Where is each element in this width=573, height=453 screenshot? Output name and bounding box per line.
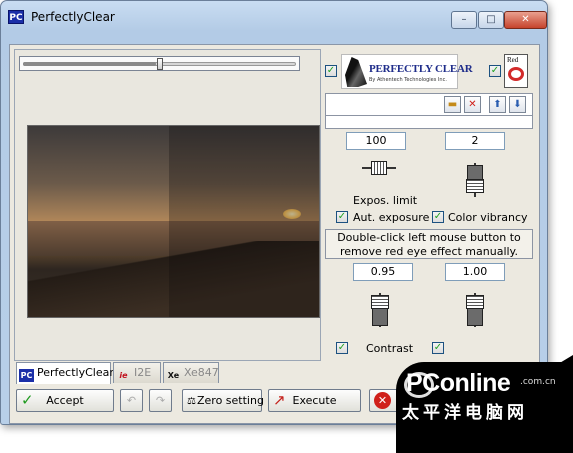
accept-label: Accept [46, 394, 84, 407]
aut-exposure-label: Aut. exposure [353, 211, 430, 224]
accept-button[interactable]: ✓ Accept [16, 389, 114, 412]
gamma-input[interactable]: 1.00 [445, 263, 505, 281]
minimize-button[interactable]: – [451, 11, 477, 29]
preview-image[interactable] [27, 125, 320, 318]
maximize-button[interactable]: □ [478, 11, 504, 29]
checkmark-icon: ✓ [21, 391, 34, 409]
tab-label: I2E [134, 366, 152, 379]
tab-xe847[interactable]: Xe Xe847 [163, 362, 219, 383]
preset-field[interactable] [325, 115, 533, 129]
delete-x-icon[interactable]: ✕ [464, 96, 481, 113]
color-vibrancy-label: Color vibrancy [448, 211, 528, 224]
color-vibrancy-checkbox[interactable]: ✓ [432, 211, 444, 223]
vibrancy-slider[interactable] [465, 163, 485, 197]
preset-toolbar: ▬ ✕ ⬆ ⬇ [325, 93, 533, 117]
redo-icon: ↷ [155, 394, 166, 407]
slider-thumb[interactable] [371, 161, 387, 175]
scale-icon: ⚖ [187, 396, 196, 407]
redeye-instructions: Double-click left mouse button to remove… [325, 229, 533, 259]
zero-setting-button[interactable]: ⚖ Zero setting [182, 389, 264, 412]
execute-arrow-icon: ↗ [273, 391, 286, 409]
pconline-watermark: PConline .com.cn 太平洋电脑网 [396, 362, 573, 453]
watermark-chinese: 太平洋电脑网 [402, 403, 528, 423]
undo-button[interactable]: ↶ [120, 389, 143, 412]
gamma-checkbox[interactable]: ✓ [432, 342, 444, 354]
slider-thumb[interactable] [157, 58, 163, 70]
gamma-slider[interactable] [465, 293, 485, 327]
slider-fill [467, 308, 483, 326]
undo-icon: ↶ [126, 394, 137, 407]
logo-figure-icon [345, 57, 367, 87]
title-bar[interactable]: PC PerfectlyClear – □ ✕ [1, 1, 547, 29]
slider-thumb[interactable] [371, 295, 389, 309]
expos-limit-label: Expos. limit [353, 194, 418, 207]
aut-exposure-checkbox[interactable]: ✓ [336, 211, 348, 223]
tab-perfectlyclear[interactable]: PC PerfectlyClear [16, 362, 114, 384]
slider-thumb[interactable] [466, 179, 484, 193]
contrast-checkbox[interactable]: ✓ [336, 342, 348, 354]
enable-checkbox[interactable]: ✓ [325, 65, 337, 77]
compare-slider[interactable] [19, 56, 300, 71]
arrow-up-icon[interactable]: ⬆ [489, 96, 506, 113]
slider-thumb[interactable] [466, 295, 484, 309]
cancel-x-icon: ✕ [374, 392, 391, 409]
exposure-input[interactable]: 100 [346, 132, 406, 150]
xe-tab-icon: Xe [167, 371, 180, 380]
ie-tab-icon: ie [119, 371, 128, 380]
contrast-label: Contrast [366, 342, 414, 355]
close-button[interactable]: ✕ [504, 11, 547, 29]
logo-text: PERFECTLY CLEAR [369, 63, 473, 75]
redo-button[interactable]: ↷ [149, 389, 172, 412]
redeye-badge-text: Red [507, 56, 519, 64]
pc-tab-icon: PC [19, 369, 34, 382]
original-half-overlay [169, 126, 319, 317]
watermark-domain: .com.cn [520, 377, 556, 387]
watermark-brand: PConline [406, 369, 511, 397]
open-folder-icon[interactable]: ▬ [444, 96, 461, 113]
contrast-slider[interactable] [370, 293, 390, 327]
tab-label: PerfectlyClear [37, 366, 114, 379]
vibrancy-input[interactable]: 2 [445, 132, 505, 150]
slider-fill [372, 308, 388, 326]
tab-i2e[interactable]: ie I2E [113, 362, 161, 383]
app-icon: PC [8, 10, 24, 24]
tab-strip: PC PerfectlyClear ie I2E Xe Xe847 [16, 362, 306, 384]
logo-subtitle: By Athentech Technologies Inc. [369, 77, 447, 83]
exposure-limit-slider[interactable] [362, 161, 396, 175]
execute-button[interactable]: ↗ Execute [268, 389, 361, 412]
slider-fill [23, 62, 156, 66]
execute-label: Execute [292, 394, 337, 407]
redeye-badge: Red [504, 54, 528, 88]
preview-panel [14, 49, 321, 361]
red-eye-icon [508, 67, 524, 81]
redeye-checkbox[interactable]: ✓ [489, 65, 501, 77]
perfectly-clear-logo: PERFECTLY CLEAR By Athentech Technologie… [341, 54, 473, 89]
contrast-input[interactable]: 0.95 [353, 263, 413, 281]
arrow-down-icon[interactable]: ⬇ [509, 96, 526, 113]
tab-label: Xe847 [184, 366, 219, 379]
zero-setting-label: Zero setting [197, 394, 264, 407]
window-title: PerfectlyClear [31, 10, 115, 24]
